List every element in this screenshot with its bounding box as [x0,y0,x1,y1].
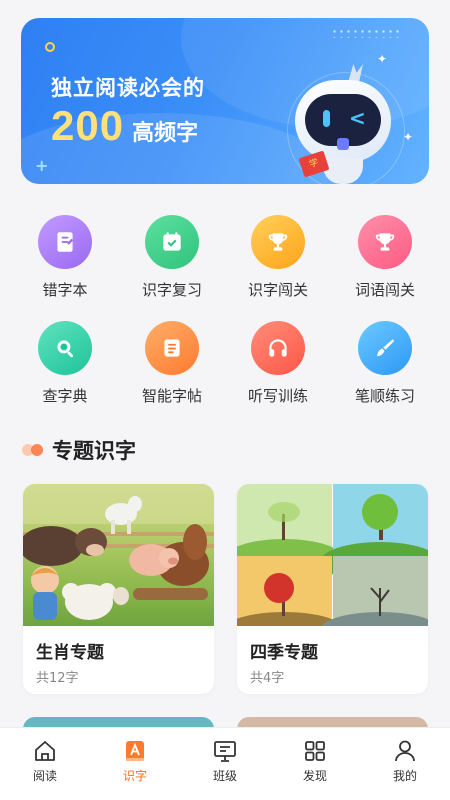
plus-decoration: + [35,156,49,175]
card-count: 共12字 [36,671,79,686]
tab-discover[interactable]: 发现 [270,728,360,800]
feature-stroke-order[interactable]: 笔顺练习 [335,321,435,406]
feature-dictation[interactable]: 听写训练 [228,321,328,406]
feature-label: 笔顺练习 [354,387,415,405]
banner-number: 200 [51,102,125,149]
headphones-icon [251,321,305,375]
trophy-icon [358,215,412,269]
feature-label: 识字闯关 [247,281,308,299]
calendar-check-icon [145,215,199,269]
tab-label: 发现 [302,769,327,783]
feature-label: 错字本 [42,281,88,299]
feature-label: 智能字帖 [141,387,202,405]
document-icon [145,321,199,375]
robot-mascot: < 学 [283,58,413,184]
card-count: 共4字 [250,671,285,686]
bottom-tab-bar: 阅读 识字 班级 发现 我的 [0,727,450,800]
feature-word-challenge[interactable]: 词语闯关 [335,215,435,300]
section-dots-icon [22,444,44,456]
tab-label: 班级 [212,769,237,783]
feature-char-challenge[interactable]: 识字闯关 [228,215,328,300]
feature-copybook[interactable]: 智能字帖 [122,321,222,406]
literacy-icon [126,741,144,761]
dot-pattern [331,28,401,38]
tab-reading[interactable]: 阅读 [0,728,90,800]
ring-decoration [45,42,55,52]
brush-icon [358,321,412,375]
feature-label: 听写训练 [247,387,308,405]
search-icon [38,321,92,375]
feature-error-book[interactable]: 错字本 [15,215,115,300]
tab-me[interactable]: 我的 [360,728,450,800]
banner-subtitle-row: 200 高频字 [51,102,198,150]
board-icon [214,741,236,762]
user-icon [395,740,415,762]
feature-review[interactable]: 识字复习 [122,215,222,300]
banner-title: 独立阅读必会的 [51,76,205,100]
topic-card-seasons[interactable]: 四季专题 共4字 [237,484,428,694]
notebook-icon [38,215,92,269]
tab-literacy[interactable]: 识字 [90,728,180,800]
seasons-illustration [237,484,428,626]
feature-label: 识字复习 [141,281,202,299]
zodiac-illustration [23,484,214,626]
feature-label: 查字典 [42,387,88,405]
tab-label: 我的 [392,769,417,783]
feature-dictionary[interactable]: 查字典 [15,321,115,406]
card-title: 生肖专题 [36,643,104,663]
banner-subtitle: 高频字 [132,121,199,146]
tab-label: 阅读 [32,769,57,783]
grid-icon [305,741,325,761]
card-title: 四季专题 [250,643,318,663]
topic-card-zodiac[interactable]: 生肖专题 共12字 [23,484,214,694]
tab-class[interactable]: 班级 [180,728,270,800]
section-title: 专题识字 [52,439,136,463]
house-icon [35,741,55,761]
promo-banner[interactable]: + ✦ ✦ 独立阅读必会的 200 高频字 < 学 [21,18,429,184]
tab-label: 识字 [122,769,147,783]
trophy-icon [251,215,305,269]
feature-label: 词语闯关 [354,281,415,299]
